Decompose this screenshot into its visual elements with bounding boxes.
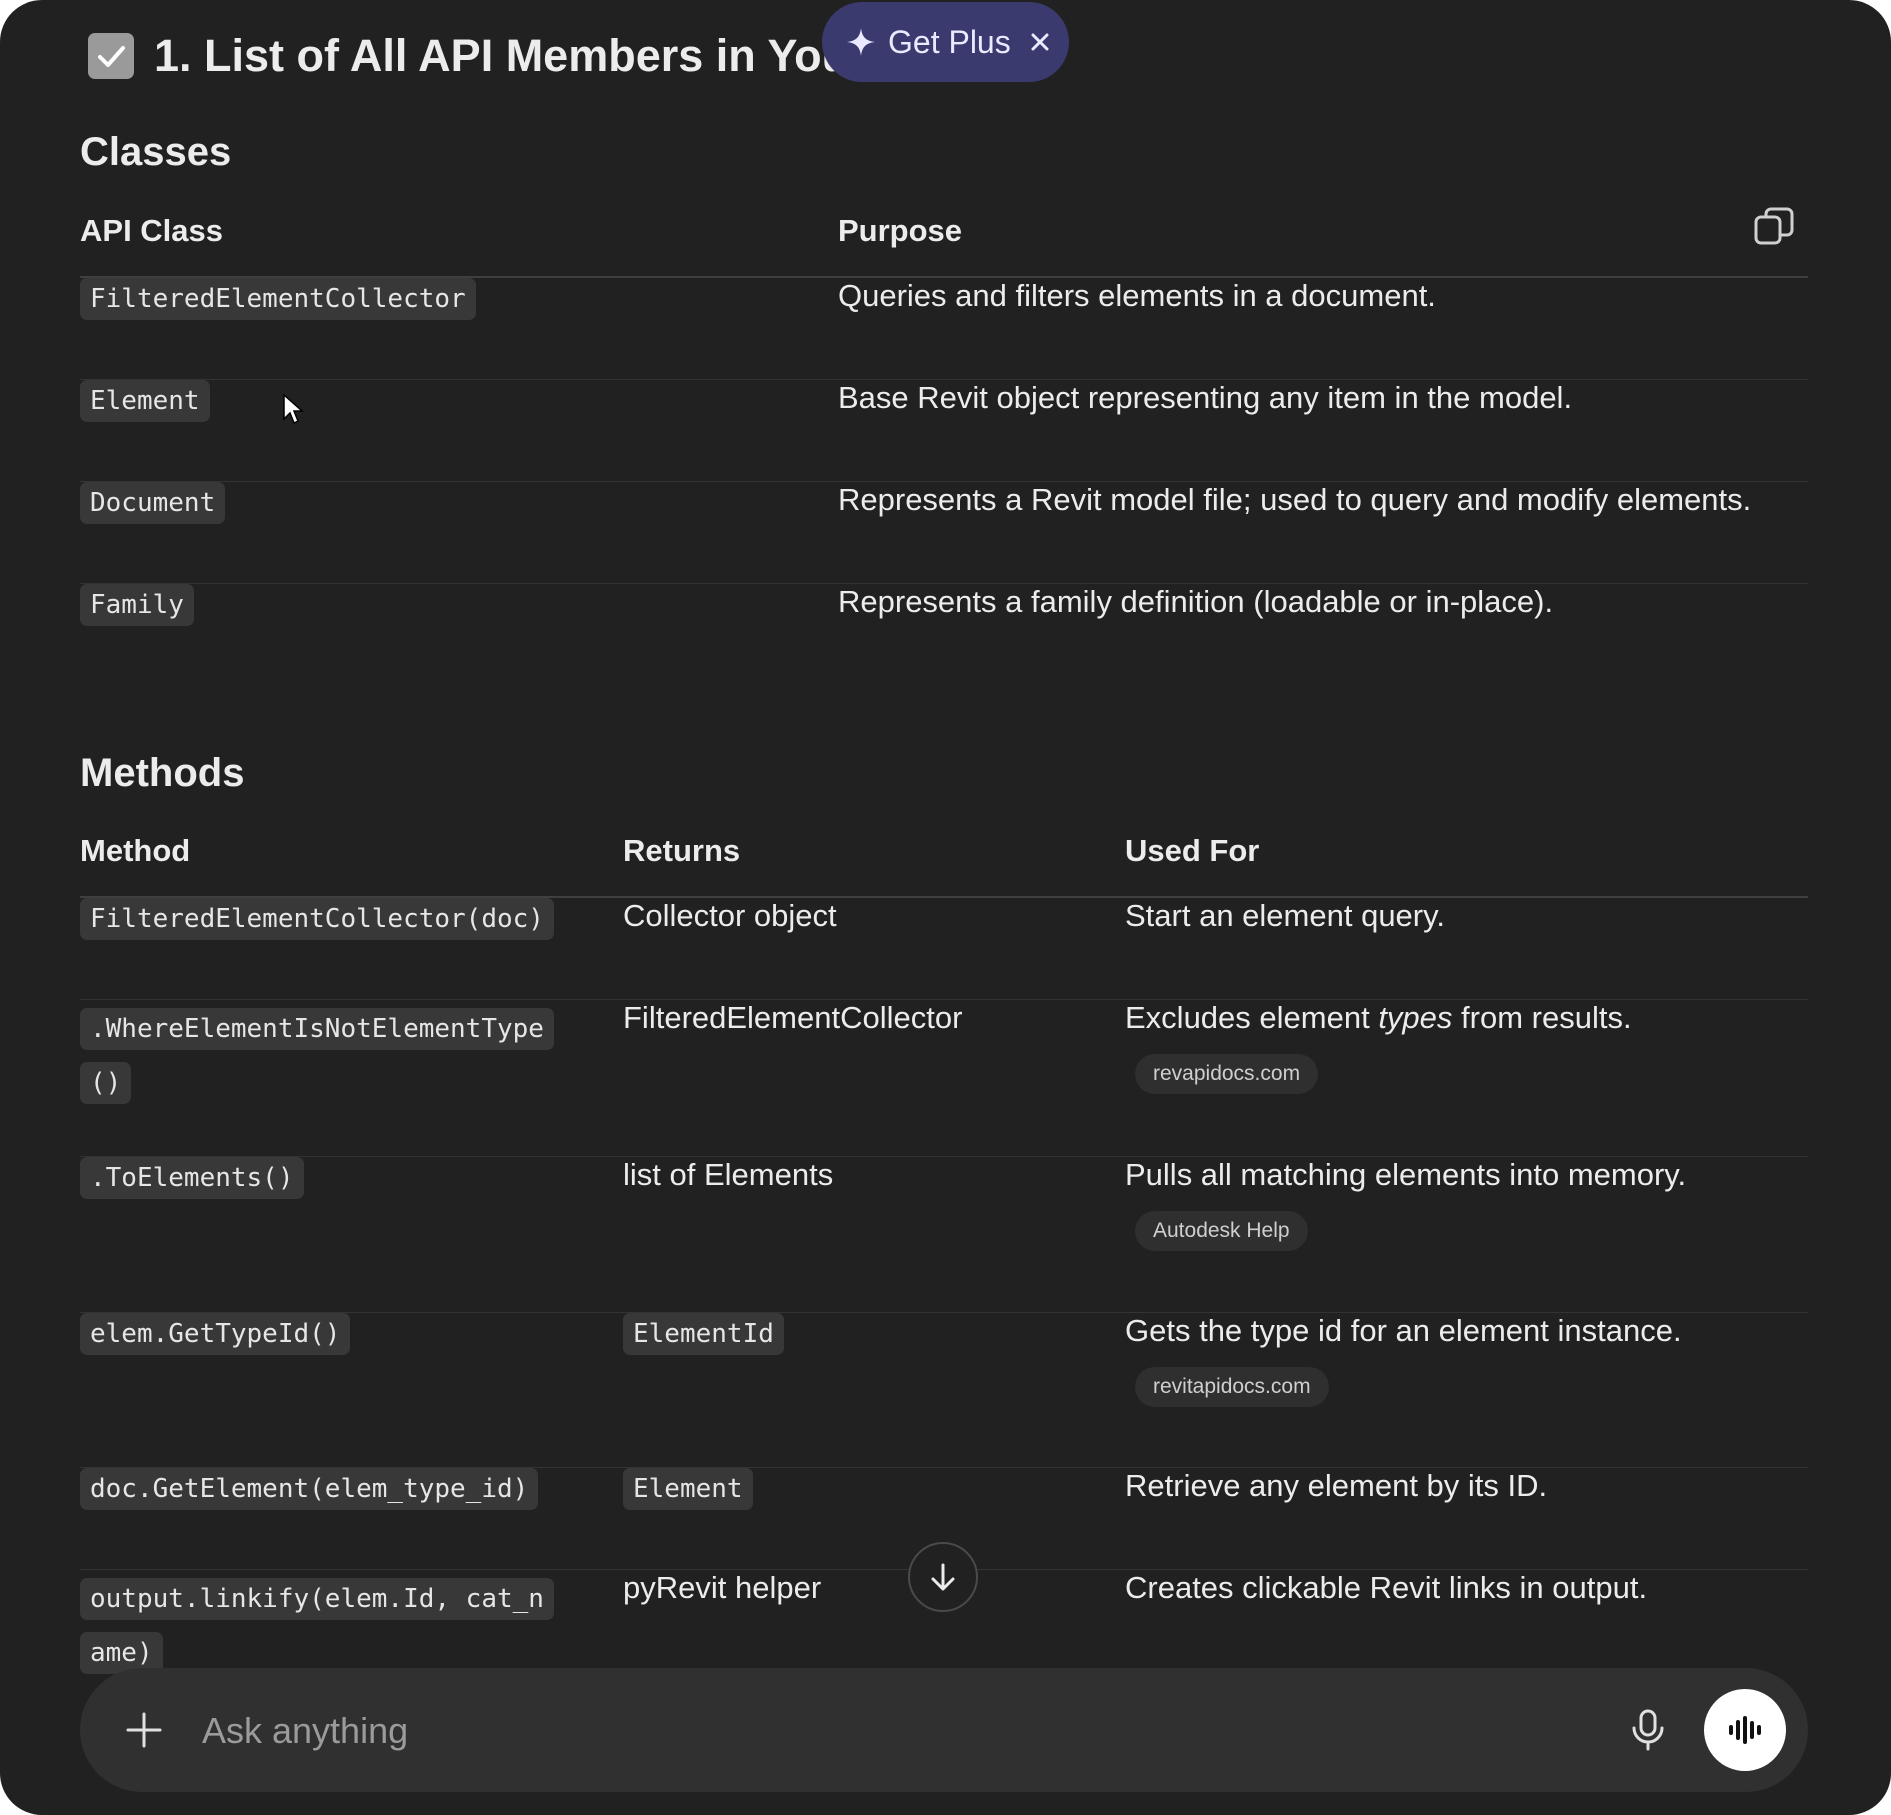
table-header-row: Method Returns Used For bbox=[80, 806, 1808, 898]
plus-icon[interactable] bbox=[124, 1710, 164, 1750]
get-plus-label: Get Plus bbox=[888, 23, 1011, 60]
column-header-api-class: API Class bbox=[80, 186, 838, 278]
api-class-code: Family bbox=[80, 583, 194, 626]
method-code: .ToElements() bbox=[80, 1156, 304, 1199]
used-for-cell: Start an element query. bbox=[1125, 897, 1808, 1000]
table-header-row: API Class Purpose bbox=[80, 186, 1808, 278]
table-row: .ToElements() list of Elements Pulls all… bbox=[80, 1156, 1808, 1313]
api-class-code: Element bbox=[80, 379, 210, 422]
get-plus-button[interactable]: Get Plus bbox=[822, 2, 1069, 82]
close-icon[interactable] bbox=[1029, 31, 1051, 53]
ask-input[interactable] bbox=[200, 1696, 1584, 1766]
table-row: elem.GetTypeId() ElementId Gets the type… bbox=[80, 1312, 1808, 1468]
source-citation-link[interactable]: Autodesk Help bbox=[1135, 1210, 1308, 1251]
table-row: FilteredElementCollector Queries and fil… bbox=[80, 277, 1808, 380]
column-header-used-for: Used For bbox=[1125, 806, 1808, 898]
method-code: output.linkify(elem.Id, cat_name) bbox=[80, 1577, 554, 1674]
classes-table: API Class Purpose FilteredElementCollect… bbox=[80, 186, 1808, 685]
chat-window: 1. List of All API Members in Your Get P… bbox=[0, 0, 1891, 1815]
column-header-purpose: Purpose bbox=[838, 186, 1808, 278]
used-for-cell: Gets the type id for an element instance… bbox=[1125, 1312, 1682, 1348]
table-row: Document Represents a Revit model file; … bbox=[80, 481, 1808, 584]
classes-title: Classes bbox=[80, 130, 232, 174]
used-for-cell: Excludes element types from results. bbox=[1125, 999, 1632, 1035]
used-for-cell: Pulls all matching elements into memory. bbox=[1125, 1156, 1687, 1192]
returns-cell: Collector object bbox=[623, 897, 1125, 1000]
api-class-code: FilteredElementCollector bbox=[80, 278, 476, 320]
checkbox-checked-icon bbox=[88, 33, 134, 79]
table-row: Element Base Revit object representing a… bbox=[80, 379, 1808, 482]
scroll-to-bottom-button[interactable] bbox=[908, 1542, 978, 1612]
returns-cell: list of Elements bbox=[623, 1156, 1125, 1313]
voice-mode-button[interactable] bbox=[1704, 1689, 1786, 1771]
heading-title: 1. List of All API Members in Your bbox=[154, 30, 867, 81]
purpose-cell: Represents a Revit model file; used to q… bbox=[838, 481, 1808, 584]
microphone-icon[interactable] bbox=[1628, 1708, 1668, 1752]
source-citation-link[interactable]: revapidocs.com bbox=[1135, 1053, 1319, 1094]
purpose-cell: Base Revit object representing any item … bbox=[838, 379, 1808, 482]
returns-code: Element bbox=[623, 1467, 753, 1510]
arrow-down-icon bbox=[931, 1563, 955, 1591]
used-for-cell: Retrieve any element by its ID. bbox=[1125, 1467, 1808, 1570]
mouse-pointer-icon bbox=[283, 393, 304, 425]
column-header-returns: Returns bbox=[623, 806, 1125, 898]
voice-mode-icon bbox=[1729, 1716, 1761, 1744]
message-content: 1. List of All API Members in Your Get P… bbox=[0, 0, 1891, 1815]
method-code: FilteredElementCollector(doc) bbox=[80, 898, 554, 940]
api-class-code: Document bbox=[80, 481, 226, 524]
chat-composer bbox=[80, 1668, 1808, 1792]
returns-code: ElementId bbox=[623, 1312, 784, 1355]
purpose-cell: Queries and filters elements in a docume… bbox=[838, 277, 1808, 380]
methods-title: Methods bbox=[80, 751, 245, 795]
purpose-cell: Represents a family definition (loadable… bbox=[838, 583, 1554, 619]
method-code: .WhereElementIsNotElementType() bbox=[80, 1007, 554, 1104]
returns-cell: FilteredElementCollector bbox=[623, 999, 1125, 1157]
method-code: doc.GetElement(elem_type_id) bbox=[80, 1467, 539, 1510]
sparkle-icon bbox=[847, 28, 875, 56]
table-row: FilteredElementCollector(doc) Collector … bbox=[80, 897, 1808, 1000]
table-row: Family Represents a family definition (l… bbox=[80, 583, 1808, 685]
section-heading: 1. List of All API Members in Your bbox=[88, 26, 867, 86]
table-row: .WhereElementIsNotElementType() Filtered… bbox=[80, 999, 1808, 1157]
source-citation-link[interactable]: revitapidocs.com bbox=[1135, 1366, 1329, 1407]
column-header-method: Method bbox=[80, 806, 623, 898]
method-code: elem.GetTypeId() bbox=[80, 1312, 351, 1355]
